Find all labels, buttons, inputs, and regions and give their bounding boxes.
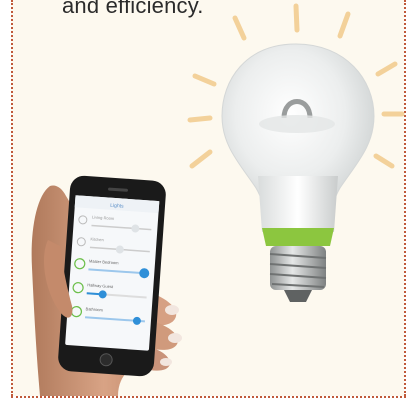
light-ray bbox=[232, 15, 247, 41]
light-ray bbox=[373, 153, 395, 169]
app-header-title: Lights bbox=[110, 203, 124, 210]
smartphone: Lights Living Room Kitchen Master Bedroo… bbox=[58, 175, 166, 377]
light-ray bbox=[375, 61, 398, 77]
light-ray bbox=[337, 11, 351, 39]
illustration: Lights Living Room Kitchen Master Bedroo… bbox=[31, 3, 405, 396]
bulb-contact bbox=[284, 290, 312, 302]
bulb-green-band bbox=[262, 228, 334, 246]
light-ray bbox=[192, 73, 217, 87]
light-ray bbox=[189, 149, 213, 169]
light-ray bbox=[187, 115, 213, 123]
smart-bulb bbox=[221, 43, 375, 302]
light-ray bbox=[293, 3, 300, 33]
home-button bbox=[99, 353, 113, 367]
bulb-diffuser bbox=[259, 115, 335, 133]
bulb-base bbox=[258, 176, 338, 232]
light-row-label: Kitchen bbox=[90, 236, 104, 242]
